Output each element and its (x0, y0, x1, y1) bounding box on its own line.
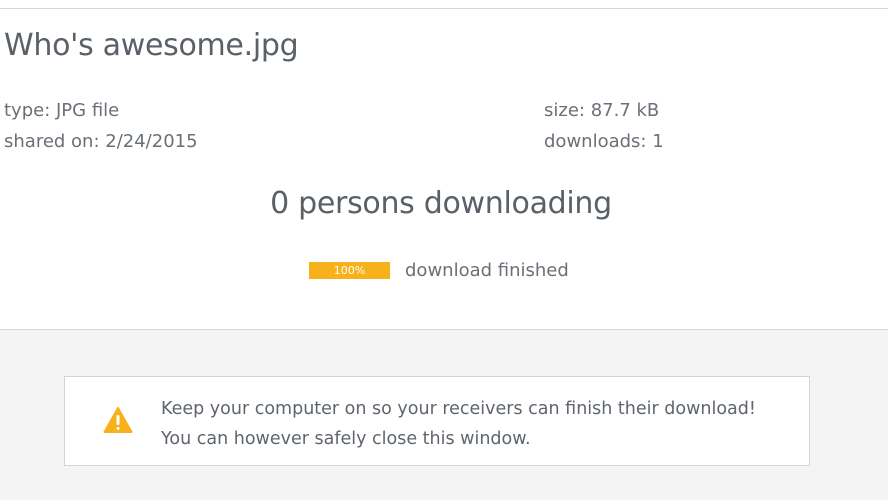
persons-downloading: 0 persons downloading (270, 186, 612, 221)
progress-percent-label: 100% (333, 263, 366, 277)
footer-panel: Keep your computer on so your receivers … (0, 329, 888, 500)
file-shared-date: shared on: 2/24/2015 (4, 131, 198, 152)
progress-bar: 100% (309, 261, 390, 279)
file-name-title: Who's awesome.jpg (4, 28, 299, 63)
warning-icon (103, 406, 133, 434)
download-progress: 100% download finished (309, 259, 569, 281)
progress-status-text: download finished (405, 259, 569, 281)
file-meta-left: type: JPG file shared on: 2/24/2015 (4, 95, 198, 157)
file-type: type: JPG file (4, 100, 120, 121)
notice-line-2: You can however safely close this window… (161, 429, 531, 449)
top-divider (0, 8, 888, 9)
notice-line-1: Keep your computer on so your receivers … (161, 399, 756, 419)
keep-computer-on-notice: Keep your computer on so your receivers … (64, 376, 810, 466)
notice-message: Keep your computer on so your receivers … (161, 394, 756, 454)
download-page: Who's awesome.jpg type: JPG file shared … (0, 0, 888, 500)
file-size: size: 87.7 kB (544, 100, 660, 121)
file-meta-right: size: 87.7 kB downloads: 1 (544, 95, 664, 157)
file-downloads-count: downloads: 1 (544, 131, 664, 152)
